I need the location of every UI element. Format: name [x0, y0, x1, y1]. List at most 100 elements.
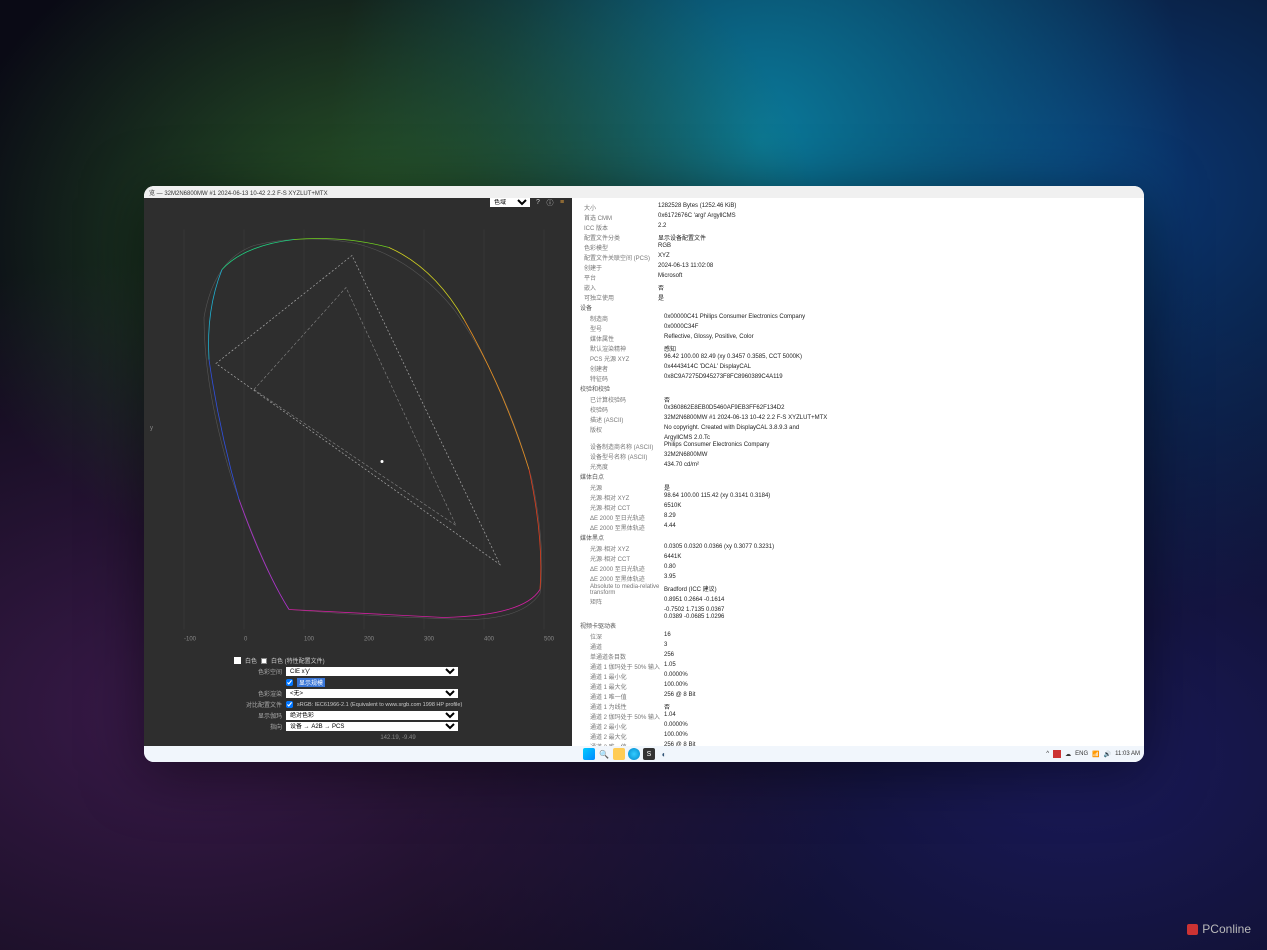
- media-bp-header: 媒体黑点: [580, 532, 1136, 543]
- info-key: 通道 2 最大化: [584, 732, 664, 741]
- info-row: ICC 版本2.2: [580, 222, 1136, 232]
- svg-text:300: 300: [424, 637, 435, 643]
- info-row: 光源·相对 XYZ98.64 100.00 115.42 (xy 0.3141 …: [580, 492, 1136, 502]
- info-row: ΔE 2000 至黑体轨迹4.44: [580, 522, 1136, 532]
- watermark: PConline: [1187, 922, 1251, 936]
- info-value: 0.8951 0.2664 -0.1614: [664, 597, 1136, 606]
- mode-select[interactable]: 色域: [490, 198, 530, 207]
- tray-chevron-icon[interactable]: ^: [1046, 751, 1049, 757]
- wifi-icon[interactable]: 📶: [1092, 751, 1099, 758]
- info-key: 光源·相对 XYZ: [584, 493, 664, 502]
- taskbar-center: 🔍 S ◐: [583, 748, 670, 760]
- show-scale-checkbox[interactable]: [286, 679, 293, 686]
- info-value: 0x0000C34F: [664, 324, 1136, 333]
- info-row: 设备型号名称 (ASCII)32M2N6800MW: [580, 451, 1136, 461]
- info-row: 平台Microsoft: [580, 272, 1136, 282]
- info-key: 型号: [584, 324, 664, 333]
- info-value: 0.80: [664, 564, 1136, 573]
- search-icon[interactable]: 🔍: [598, 748, 610, 760]
- colorspace-select[interactable]: CIE x'y': [286, 667, 458, 676]
- device-header: 设备: [580, 302, 1136, 313]
- info-key: 创建者: [584, 364, 664, 373]
- compare-profile-checkbox[interactable]: [286, 701, 293, 708]
- display-gamma-select[interactable]: 绝对色彩: [286, 711, 458, 720]
- info-key: ΔE 2000 至黑体轨迹: [584, 523, 664, 532]
- info-key: 媒体属性: [584, 334, 664, 343]
- tray-onedrive-icon[interactable]: ☁: [1065, 751, 1071, 758]
- white-profile-label: 白色 (特性配置文件): [271, 656, 325, 665]
- info-key: 光亮度: [584, 462, 664, 471]
- info-key: ΔE 2000 至日光轨迹: [584, 513, 664, 522]
- svg-text:y: y: [150, 426, 153, 432]
- info-key: Absolute to media-relative transform: [584, 584, 664, 596]
- start-button[interactable]: [583, 748, 595, 760]
- menu-icon[interactable]: ≡: [558, 199, 566, 207]
- info-row: 特征码0x8C9A7275D945273F8FC8960389C4A119: [580, 373, 1136, 383]
- info-value: No copyright. Created with DisplayCAL 3.…: [664, 425, 1136, 434]
- info-row: 位深16: [580, 631, 1136, 641]
- info-value: 否: [658, 283, 1136, 292]
- media-wp-header: 媒体白点: [580, 471, 1136, 482]
- info-key: 通道 1 最小化: [584, 672, 664, 681]
- info-row: 光源·相对 CCT6441K: [580, 553, 1136, 563]
- direction-label: 指向: [234, 722, 282, 731]
- chromaticity-chart[interactable]: -100 0 100 200 300 400 500 y: [144, 207, 572, 652]
- direction-select[interactable]: 设备 → A2B → PCS: [286, 722, 458, 731]
- taskbar[interactable]: 🔍 S ◐ ^ ☁ ENG 📶 🔊 11:03 AM: [144, 746, 1144, 762]
- info-icon[interactable]: ⓘ: [546, 199, 554, 207]
- info-value: 0.0000%: [664, 722, 1136, 731]
- controls-panel: 白色 白色 (特性配置文件) 色彩空间 CIE x'y' 显示规模 色彩渲染 <…: [144, 652, 572, 747]
- app-s-icon[interactable]: S: [643, 748, 655, 760]
- edge-icon[interactable]: [628, 748, 640, 760]
- info-value: 0x4443414C 'DCAL' DisplayCAL: [664, 364, 1136, 373]
- compare-profile-value: sRGB: IEC61966-2.1 (Equivalent to www.sr…: [297, 702, 562, 708]
- info-key: 校验码: [584, 405, 664, 414]
- info-key: 光源: [584, 483, 664, 492]
- lang-indicator[interactable]: ENG: [1075, 751, 1088, 757]
- info-row: 已计算校验码否: [580, 394, 1136, 404]
- info-key: 矩阵: [584, 597, 664, 606]
- info-row: 通道 1 最小化0.0000%: [580, 671, 1136, 681]
- info-row: 0.0389 -0.0685 1.0296: [580, 613, 1136, 620]
- white-label: 白色: [245, 656, 257, 665]
- tray-app-icon[interactable]: [1053, 750, 1061, 758]
- info-value: 2024-06-13 11:02:08: [658, 263, 1136, 272]
- info-panel[interactable]: 大小1282528 Bytes (1252.46 KiB)首选 CMM0x617…: [572, 198, 1144, 746]
- volume-icon[interactable]: 🔊: [1104, 751, 1111, 758]
- info-row: 单通道条目数256: [580, 651, 1136, 661]
- checksum-header: 校验和校验: [580, 383, 1136, 394]
- info-row: ΔE 2000 至日光轨迹8.29: [580, 512, 1136, 522]
- info-value: RGB: [658, 243, 1136, 252]
- help-icon[interactable]: ?: [534, 199, 542, 207]
- info-value: 6441K: [664, 554, 1136, 563]
- svg-text:-100: -100: [184, 637, 197, 643]
- info-key: 可独立使用: [584, 293, 658, 302]
- svg-text:0: 0: [244, 637, 248, 643]
- info-value: 4.44: [664, 523, 1136, 532]
- compare-profile-label: 对比配置文件: [234, 700, 282, 709]
- info-value: 2.2: [658, 223, 1136, 232]
- info-value: 0x360862E8EB0D5460AF9EB3FF62F134D2: [664, 405, 1136, 414]
- info-value: 0.0000%: [664, 672, 1136, 681]
- info-row: 创建者0x4443414C 'DCAL' DisplayCAL: [580, 363, 1136, 373]
- steam-icon[interactable]: ◐: [658, 748, 670, 760]
- info-row: 型号0x0000C34F: [580, 323, 1136, 333]
- color-rendering-select[interactable]: <无>: [286, 689, 458, 698]
- info-rows: 大小1282528 Bytes (1252.46 KiB)首选 CMM0x617…: [572, 198, 1144, 746]
- explorer-icon[interactable]: [613, 748, 625, 760]
- clock[interactable]: 11:03 AM: [1115, 751, 1140, 757]
- info-key: 设备制造商名称 (ASCII): [584, 442, 664, 451]
- info-row: 通道 2 最小化0.0000%: [580, 721, 1136, 731]
- info-value: ArgyllCMS 2.0.Tc: [664, 435, 1136, 441]
- info-row: 通道 2 最大化100.00%: [580, 731, 1136, 741]
- info-value: 是: [658, 293, 1136, 302]
- content: 色域 ? ⓘ ≡ -100 0 100 200 300: [144, 198, 1144, 746]
- info-value: 3: [664, 642, 1136, 651]
- info-row: 通道 2 伽玛处于 50% 输入1.04: [580, 711, 1136, 721]
- info-value: 32M2N6800MW: [664, 452, 1136, 461]
- info-value: 16: [664, 632, 1136, 641]
- system-tray[interactable]: ^ ☁ ENG 📶 🔊 11:03 AM: [1046, 750, 1140, 758]
- info-key: 色彩模型: [584, 243, 658, 252]
- info-row: ΔE 2000 至黑体轨迹3.95: [580, 573, 1136, 583]
- info-row: 制造商0x00000C41 Philips Consumer Electroni…: [580, 313, 1136, 323]
